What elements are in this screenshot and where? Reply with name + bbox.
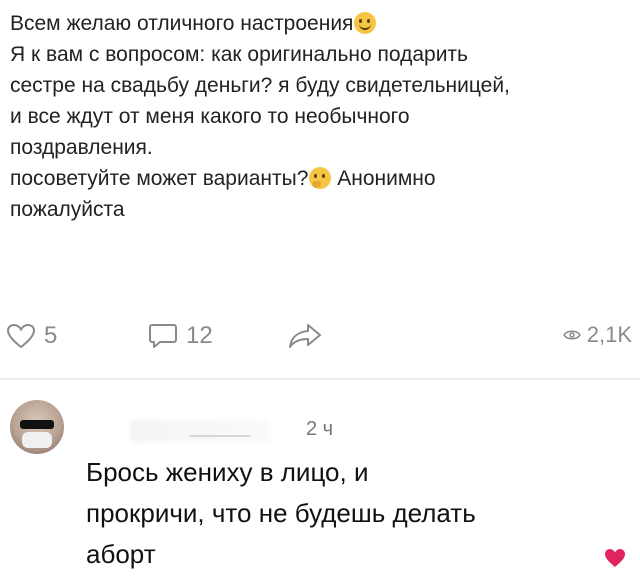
post-actions-bar: 5 12 2,1K <box>0 322 640 362</box>
heart-filled-icon[interactable] <box>604 548 626 568</box>
post-text: Всем желаю отличного настроения Я к вам … <box>10 8 630 225</box>
heart-outline-icon <box>6 323 36 349</box>
face-mask-shape <box>22 432 52 448</box>
views-count: 2,1K <box>586 322 632 347</box>
comment-bubble-icon <box>149 324 177 348</box>
comment-count: 12 <box>186 322 213 349</box>
divider <box>0 378 640 380</box>
comment-line-3: аборт <box>86 539 156 569</box>
commenter-name-line <box>190 435 250 437</box>
smiling-face-icon <box>354 12 377 34</box>
commenter-name-blurred <box>130 420 270 442</box>
post-line-2: Я к вам с вопросом: как оригинально пода… <box>10 43 468 66</box>
post-line-6: посоветуйте может варианты? <box>10 167 309 190</box>
thinking-face-icon <box>309 167 332 189</box>
eye-icon <box>562 330 581 340</box>
like-count: 5 <box>44 322 58 349</box>
post-line: Всем желаю отличного настроения <box>10 8 630 39</box>
post-line-5: поздравления. <box>10 136 153 159</box>
comment-text: Брось жениху в лицо, и прокричи, что не … <box>86 452 606 575</box>
post-line: посоветуйте может варианты? Анонимно <box>10 163 630 194</box>
share-button[interactable] <box>288 322 322 350</box>
views-counter: 2,1K <box>562 322 632 348</box>
like-button[interactable]: 5 <box>6 322 57 350</box>
comment-time: 2 ч <box>306 418 334 440</box>
comment-line-1: Брось жениху в лицо, и <box>86 457 369 487</box>
sunglasses-shape <box>20 420 54 429</box>
comment-line-2: прокричи, что не будешь делать <box>86 498 476 528</box>
avatar[interactable] <box>10 400 64 454</box>
post-line-8: пожалуйста <box>10 198 125 221</box>
post-line-1: Всем желаю отличного настроения <box>10 12 354 35</box>
comment-button[interactable]: 12 <box>148 322 213 350</box>
post-line-7: Анонимно <box>337 167 436 190</box>
post-line-4: и все ждут от меня какого то необычного <box>10 105 410 128</box>
share-arrow-icon <box>289 324 321 348</box>
post-line-3: сестре на свадьбу деньги? я буду свидете… <box>10 74 510 97</box>
